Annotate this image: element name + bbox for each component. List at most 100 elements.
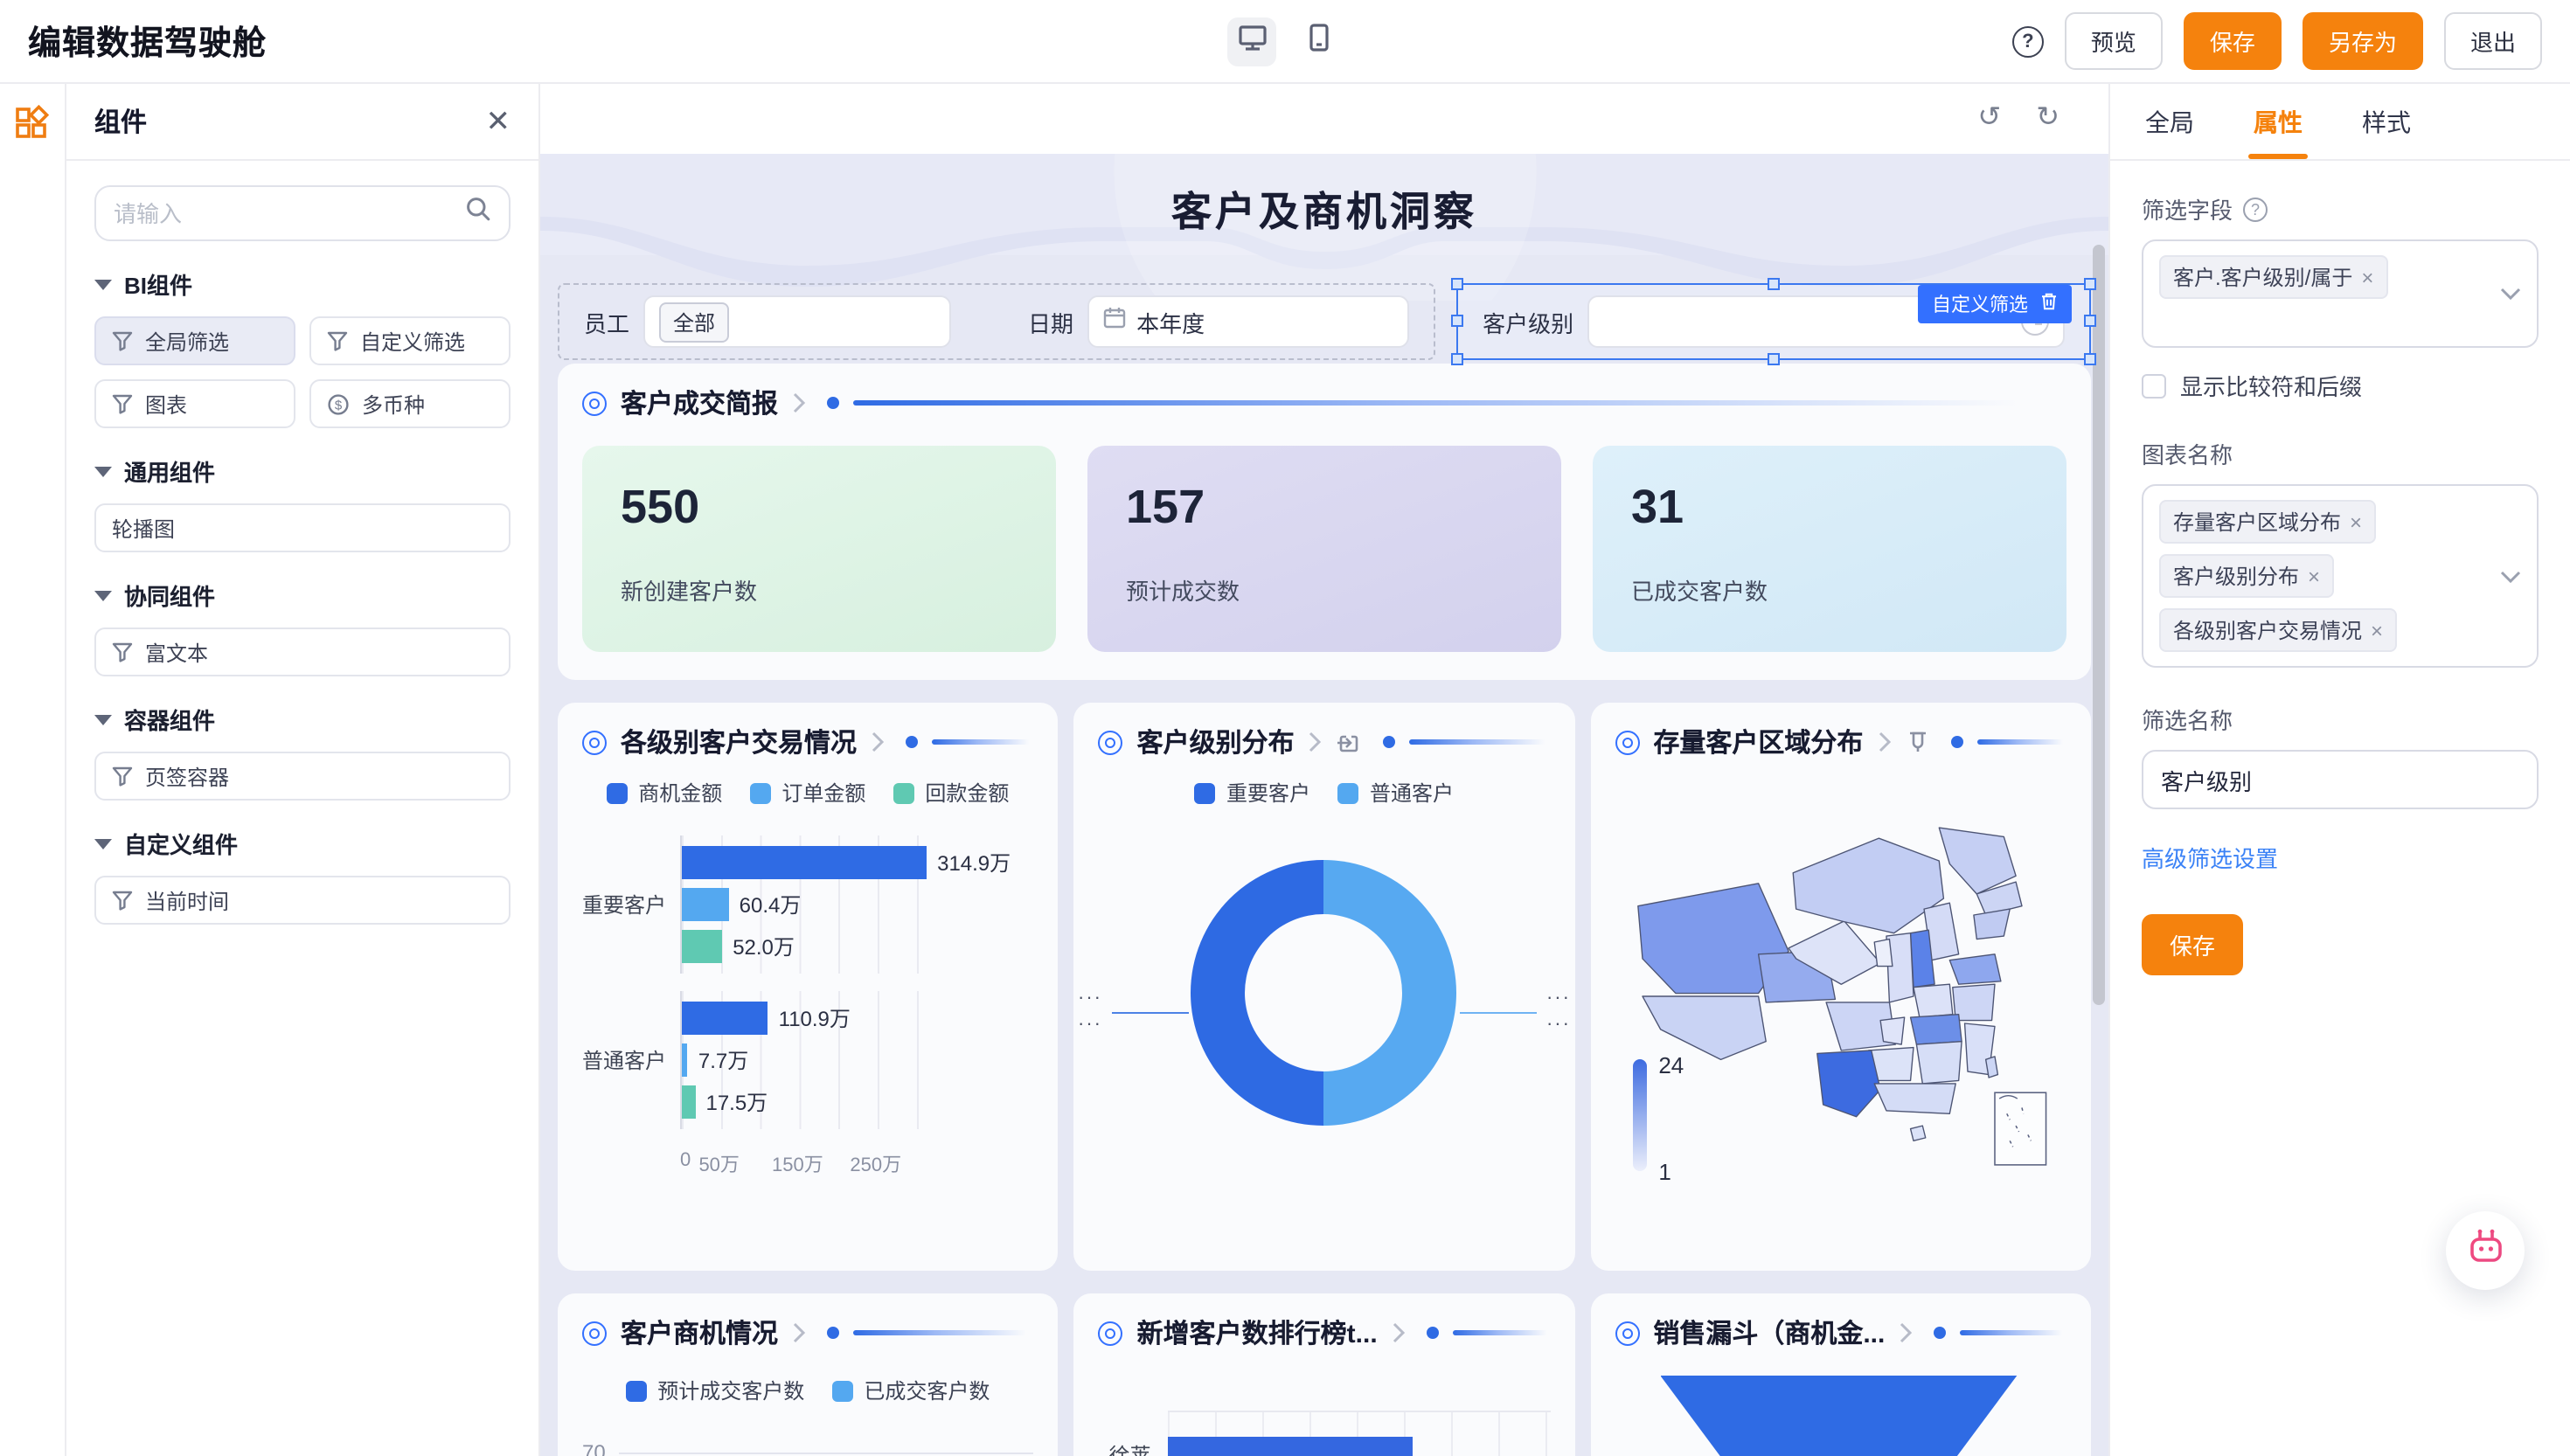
tag-close-icon[interactable]: × [2308, 564, 2320, 588]
component-rich-text[interactable]: 富文本 [94, 627, 511, 676]
funnel-icon [112, 330, 133, 351]
resize-handle[interactable] [1451, 353, 1463, 365]
custom-filter-component-selected[interactable]: 自定义筛选 客户级别 [1456, 283, 2091, 360]
section-bullet-icon [582, 391, 607, 415]
tab-properties[interactable]: 属性 [2254, 84, 2303, 159]
resize-handle[interactable] [1451, 315, 1463, 327]
mobile-toggle-button[interactable] [1294, 17, 1343, 66]
tag-close-icon[interactable]: × [2350, 510, 2362, 534]
date-filter[interactable]: 日期 本年度 [1028, 295, 1409, 348]
component-carousel[interactable]: 轮播图 [94, 503, 511, 552]
section-general-components[interactable]: 通用组件 [94, 454, 511, 488]
filter-name-input[interactable] [2142, 750, 2539, 809]
global-filter-group[interactable]: 员工 全部 日期 本年度 [558, 283, 1435, 360]
save-button[interactable]: 保存 [2184, 12, 2282, 70]
donut-chart-card[interactable]: 客户级别分布 重要客户 普通客户 [1074, 703, 1575, 1271]
selected-component-badge: 自定义筛选 [1918, 285, 2072, 323]
funnel-icon [112, 641, 133, 662]
resize-handle[interactable] [1451, 278, 1463, 290]
dashboard-board[interactable]: 客户及商机洞察 员工 全部 日期 [540, 154, 2108, 1456]
component-global-filter[interactable]: 全局筛选 [94, 316, 295, 365]
drilldown-icon[interactable] [1905, 730, 1929, 754]
resize-handle[interactable] [1767, 278, 1779, 290]
help-icon[interactable]: ? [2012, 25, 2044, 57]
export-icon[interactable] [1337, 730, 1363, 754]
save-as-button[interactable]: 另存为 [2303, 12, 2423, 70]
tab-global[interactable]: 全局 [2145, 84, 2194, 159]
section-custom-components[interactable]: 自定义组件 [94, 827, 511, 860]
exit-button[interactable]: 退出 [2444, 12, 2542, 70]
date-filter-value[interactable]: 本年度 [1136, 305, 1205, 338]
donut-ring [1191, 860, 1457, 1126]
section-bullet-icon [582, 730, 607, 754]
x-axis-ticks: 0 50万 150万 250万 [680, 1147, 942, 1178]
employee-filter-value[interactable]: 全部 [659, 302, 729, 342]
collapse-triangle-icon [94, 714, 112, 725]
components-panel: 组件 ✕ BI组件 全局筛选 [66, 84, 540, 1456]
opportunity-chart-card[interactable]: 客户商机情况 预计成交客户数 已成交客户数 70 [558, 1293, 1059, 1456]
chart-name-select[interactable]: 存量客户区域分布× 客户级别分布× 各级别客户交易情况× [2142, 484, 2539, 668]
desktop-toggle-button[interactable] [1227, 17, 1276, 66]
chart-name-label: 图表名称 [2142, 437, 2233, 470]
component-multi-currency[interactable]: $ 多币种 [309, 379, 511, 428]
ranking-chart-card[interactable]: 新增客户数排行榜t... 徐莱 [1074, 1293, 1575, 1456]
resize-handle[interactable] [2084, 278, 2096, 290]
chevron-right-icon [1309, 731, 1323, 753]
currency-icon: $ [327, 392, 350, 415]
employee-filter[interactable]: 员工 全部 [584, 295, 951, 348]
close-icon[interactable]: ✕ [486, 107, 511, 136]
monitor-icon [1237, 22, 1267, 60]
donut-plot: ······ ······ [1099, 860, 1551, 1126]
trash-icon[interactable] [2040, 292, 2058, 316]
section-bi-components[interactable]: BI组件 [94, 267, 511, 301]
resize-handle[interactable] [1767, 353, 1779, 365]
advanced-filter-settings-link[interactable]: 高级筛选设置 [2142, 841, 2278, 874]
component-current-time[interactable]: 当前时间 [94, 876, 511, 925]
resize-handle[interactable] [2084, 315, 2096, 327]
kpi-tile-expected-deals: 157 预计成交数 [1087, 446, 1561, 652]
device-toggles [1227, 17, 1343, 66]
show-comparator-checkbox-row[interactable]: 显示比较符和后缀 [2142, 369, 2539, 402]
section-container-components[interactable]: 容器组件 [94, 703, 511, 736]
preview-button[interactable]: 预览 [2065, 12, 2163, 70]
search-input[interactable] [114, 200, 451, 226]
funnel-plot: 159.00万 验证客户 [1615, 1376, 2066, 1456]
section-bullet-icon [582, 1321, 607, 1345]
assistant-bot-button[interactable] [2446, 1211, 2525, 1290]
redo-icon[interactable]: ↻ [2036, 105, 2059, 133]
tag-close-icon[interactable]: × [2371, 618, 2383, 642]
bar-chart-card[interactable]: 各级别客户交易情况 商机金额 订单金额 回款金额 [558, 703, 1059, 1271]
undo-icon[interactable]: ↺ [1977, 105, 2001, 133]
checkbox[interactable] [2142, 373, 2166, 398]
component-tab-container[interactable]: 页签容器 [94, 752, 511, 801]
bar [1169, 1437, 1413, 1456]
filter-field-select[interactable]: 客户.客户级别/属于 × [2142, 239, 2539, 348]
field-tag: 客户.客户级别/属于 × [2159, 255, 2387, 299]
components-icon[interactable] [14, 105, 51, 1456]
chevron-right-icon [1899, 1321, 1913, 1344]
accent-line [1410, 739, 1551, 745]
chevron-down-icon [2500, 569, 2521, 583]
editor-canvas: ↺ ↻ 客户及商机洞察 员工 [540, 84, 2108, 1456]
accent-dot [827, 397, 839, 409]
component-custom-filter[interactable]: 自定义筛选 [309, 316, 511, 365]
legend-item: 订单金额 [750, 778, 865, 808]
resize-handle[interactable] [2084, 353, 2096, 365]
map-chart-card[interactable]: 存量客户区域分布 [1590, 703, 2091, 1271]
kpi-summary-card[interactable]: 客户成交简报 550 新创建客户数 157 [558, 364, 2091, 680]
section-bullet-icon [1615, 1321, 1639, 1345]
funnel-icon [112, 890, 133, 911]
collapse-triangle-icon [94, 279, 112, 289]
kpi-section-title: 客户成交简报 [621, 385, 778, 421]
chevron-right-icon [1877, 731, 1891, 753]
legend-item: 商机金额 [607, 778, 722, 808]
funnel-chart-card[interactable]: 销售漏斗（商机金... 159.00万 验证客户 [1590, 1293, 2091, 1456]
tag-close-icon[interactable]: × [2361, 265, 2373, 289]
panel-save-button[interactable]: 保存 [2142, 914, 2243, 975]
chevron-right-icon [792, 1321, 806, 1344]
component-chart[interactable]: 图表 [94, 379, 295, 428]
section-collab-components[interactable]: 协同组件 [94, 579, 511, 612]
question-circle-icon[interactable]: ? [2243, 197, 2268, 221]
tab-style[interactable]: 样式 [2362, 84, 2411, 159]
kpi-tile-new-customers: 550 新创建客户数 [582, 446, 1056, 652]
